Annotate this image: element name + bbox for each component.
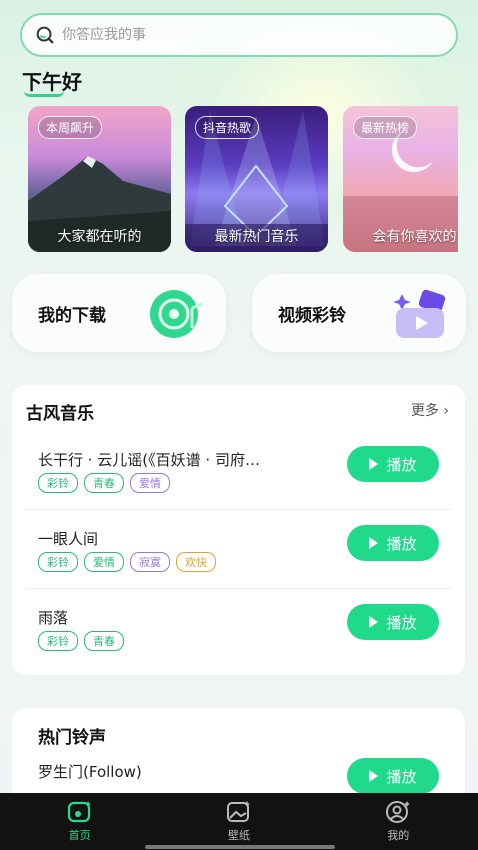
more-label: 更多 bbox=[410, 403, 439, 419]
play-label: 播放 bbox=[386, 534, 417, 553]
divider bbox=[26, 509, 451, 510]
play-icon bbox=[369, 616, 379, 628]
divider bbox=[26, 588, 451, 589]
featured-carousel[interactable]: 本周飙升 大家都在听的 抖音热歌 最新热门音乐 最新热榜 会有你喜欢的 bbox=[28, 106, 458, 254]
play-button[interactable]: 播放 bbox=[347, 525, 439, 561]
tab-label: 首页 bbox=[68, 829, 91, 842]
featured-card-weekly[interactable]: 本周飙升 大家都在听的 bbox=[28, 106, 171, 252]
play-icon bbox=[369, 458, 379, 470]
song-tag: 彩铃 bbox=[38, 473, 78, 493]
gufeng-section: 古风音乐 更多 › 长干行 · 云儿谣(《百妖谱 · 司府… 彩铃 青春 爱情 … bbox=[12, 385, 465, 675]
video-ringtone-label: 视频彩铃 bbox=[278, 306, 346, 326]
song-tag: 欢快 bbox=[176, 552, 216, 572]
song-tag: 寂寞 bbox=[130, 552, 170, 572]
song-row[interactable]: 雨落 彩铃 青春 播放 bbox=[38, 604, 453, 683]
greeting: 下午好 bbox=[22, 66, 82, 97]
play-button[interactable]: 播放 bbox=[347, 758, 439, 794]
home-indicator bbox=[145, 845, 335, 849]
wallpaper-icon bbox=[226, 801, 250, 822]
song-tags: 彩铃 青春 爱情 bbox=[38, 473, 170, 493]
song-row[interactable]: 一眼人间 彩铃 爱情 寂寞 欢快 播放 bbox=[38, 525, 453, 604]
home-icon bbox=[67, 801, 91, 823]
featured-tag: 本周飙升 bbox=[38, 116, 103, 139]
song-tag: 爱情 bbox=[84, 552, 124, 572]
featured-tag: 抖音热歌 bbox=[195, 116, 260, 139]
song-tag: 彩铃 bbox=[38, 552, 78, 572]
search-bar[interactable] bbox=[20, 13, 458, 57]
song-title: 一眼人间 bbox=[38, 530, 99, 548]
featured-caption: 最新热门音乐 bbox=[214, 229, 299, 245]
section-title: 古风音乐 bbox=[26, 404, 94, 424]
song-title: 雨落 bbox=[38, 609, 69, 627]
play-label: 播放 bbox=[386, 613, 417, 632]
tab-label: 我的 bbox=[387, 829, 410, 842]
my-downloads-label: 我的下载 bbox=[38, 306, 106, 326]
song-tag: 彩铃 bbox=[38, 631, 78, 651]
my-downloads-button[interactable]: 我的下载 bbox=[12, 274, 226, 352]
play-icon bbox=[369, 537, 379, 549]
featured-caption: 大家都在听的 bbox=[57, 229, 142, 245]
song-row[interactable]: 长干行 · 云儿谣(《百妖谱 · 司府… 彩铃 青春 爱情 播放 bbox=[38, 446, 453, 525]
song-title: 罗生门(Follow) bbox=[38, 763, 142, 781]
play-icon bbox=[369, 770, 379, 782]
play-button[interactable]: 播放 bbox=[347, 604, 439, 640]
search-input[interactable] bbox=[62, 27, 422, 43]
search-icon bbox=[36, 26, 54, 44]
more-link[interactable]: 更多 › bbox=[411, 400, 449, 420]
play-button[interactable]: 播放 bbox=[347, 446, 439, 482]
featured-card-douyin[interactable]: 抖音热歌 最新热门音乐 bbox=[185, 106, 328, 252]
tab-home[interactable]: 首页 bbox=[0, 793, 159, 850]
bottom-tab-bar: 首页 壁纸 我的 bbox=[0, 793, 478, 850]
featured-caption: 会有你喜欢的 bbox=[372, 229, 457, 245]
song-tag: 爱情 bbox=[130, 473, 170, 493]
featured-tag: 最新热榜 bbox=[353, 116, 418, 139]
play-label: 播放 bbox=[386, 767, 417, 786]
video-ringtone-button[interactable]: 视频彩铃 bbox=[252, 274, 466, 352]
section-title: 热门铃声 bbox=[38, 728, 106, 748]
song-tags: 彩铃 爱情 寂寞 欢快 bbox=[38, 552, 216, 572]
song-title: 长干行 · 云儿谣(《百妖谱 · 司府… bbox=[38, 451, 260, 469]
chevron-right-icon: › bbox=[443, 403, 449, 419]
tab-wallpaper[interactable]: 壁纸 bbox=[159, 793, 318, 850]
song-tag: 青春 bbox=[84, 631, 124, 651]
featured-card-newest[interactable]: 最新热榜 会有你喜欢的 bbox=[343, 106, 458, 252]
tab-label: 壁纸 bbox=[227, 829, 250, 842]
disc-icon bbox=[150, 290, 203, 338]
song-tags: 彩铃 青春 bbox=[38, 631, 124, 651]
tab-mine[interactable]: 我的 bbox=[319, 793, 478, 850]
play-label: 播放 bbox=[386, 455, 417, 474]
video-play-icon bbox=[393, 289, 446, 338]
greeting-underline bbox=[24, 91, 64, 97]
song-tag: 青春 bbox=[84, 473, 124, 493]
profile-icon bbox=[386, 801, 411, 823]
